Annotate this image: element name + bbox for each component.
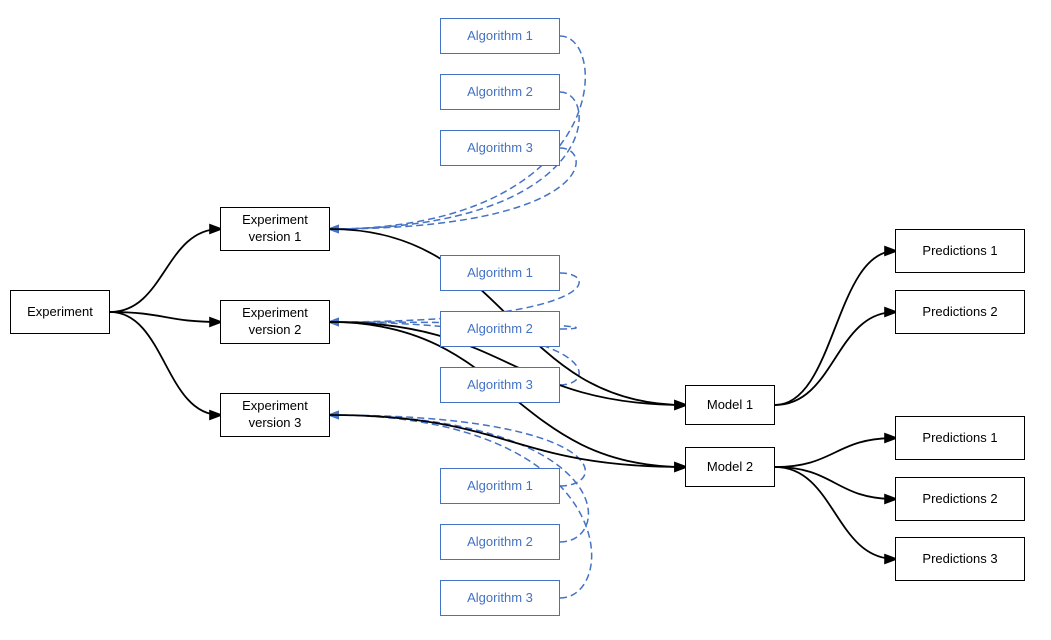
alg3-g2-label: Algorithm 3 [467,377,533,394]
experiment-label: Experiment [27,304,93,321]
experiment-node: Experiment [10,290,110,334]
alg2-g2-node: Algorithm 2 [440,311,560,347]
alg1-g3-label: Algorithm 1 [467,478,533,495]
alg3-g2-node: Algorithm 3 [440,367,560,403]
alg2-g2-label: Algorithm 2 [467,321,533,338]
pred2-m1-node: Predictions 2 [895,290,1025,334]
pred1-m1-label: Predictions 1 [922,243,997,260]
alg2-g1-node: Algorithm 2 [440,74,560,110]
exp-v3-node: Experimentversion 3 [220,393,330,437]
alg1-g2-node: Algorithm 1 [440,255,560,291]
pred1-m2-label: Predictions 1 [922,430,997,447]
alg1-g1-node: Algorithm 1 [440,18,560,54]
exp-v1-label: Experimentversion 1 [242,212,308,246]
alg2-g1-label: Algorithm 2 [467,84,533,101]
exp-v2-label: Experimentversion 2 [242,305,308,339]
model2-node: Model 2 [685,447,775,487]
pred2-m2-label: Predictions 2 [922,491,997,508]
pred3-m2-node: Predictions 3 [895,537,1025,581]
alg1-g2-label: Algorithm 1 [467,265,533,282]
pred1-m1-node: Predictions 1 [895,229,1025,273]
alg3-g3-label: Algorithm 3 [467,590,533,607]
alg1-g1-label: Algorithm 1 [467,28,533,45]
pred2-m2-node: Predictions 2 [895,477,1025,521]
exp-v3-label: Experimentversion 3 [242,398,308,432]
pred3-m2-label: Predictions 3 [922,551,997,568]
alg3-g1-node: Algorithm 3 [440,130,560,166]
pred1-m2-node: Predictions 1 [895,416,1025,460]
model1-node: Model 1 [685,385,775,425]
exp-v2-node: Experimentversion 2 [220,300,330,344]
model1-label: Model 1 [707,397,753,414]
alg3-g3-node: Algorithm 3 [440,580,560,616]
exp-v1-node: Experimentversion 1 [220,207,330,251]
alg1-g3-node: Algorithm 1 [440,468,560,504]
alg2-g3-node: Algorithm 2 [440,524,560,560]
pred2-m1-label: Predictions 2 [922,304,997,321]
alg2-g3-label: Algorithm 2 [467,534,533,551]
model2-label: Model 2 [707,459,753,476]
alg3-g1-label: Algorithm 3 [467,140,533,157]
